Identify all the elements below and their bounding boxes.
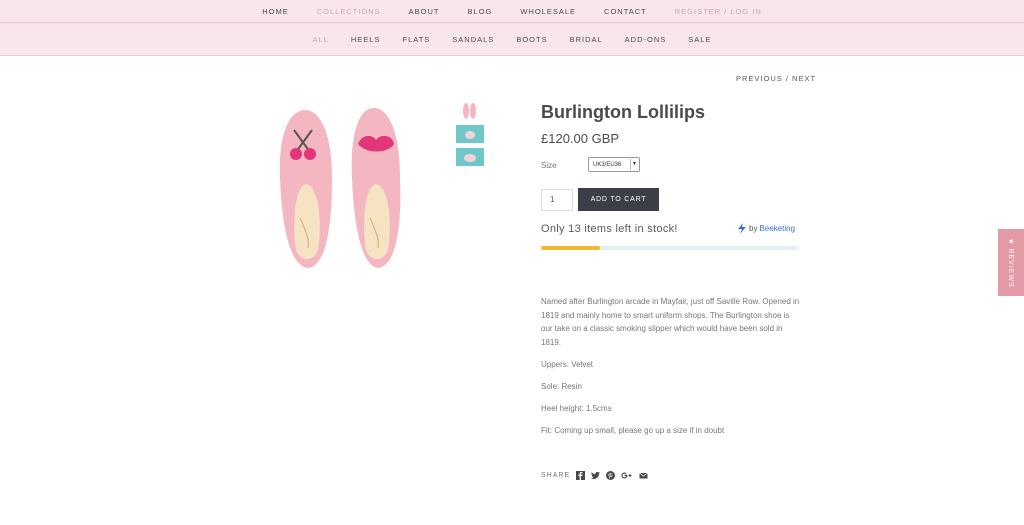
pager-separator: / <box>782 74 793 83</box>
product-main-image[interactable] <box>270 98 420 278</box>
chevron-down-icon: ▾ <box>630 159 638 170</box>
nav-collections[interactable]: COLLECTIONS <box>317 7 381 16</box>
nav-wholesale[interactable]: WHOLESALE <box>520 7 576 16</box>
nav-blog[interactable]: BLOG <box>468 7 493 16</box>
category-add-ons[interactable]: ADD-ONS <box>625 35 667 44</box>
lightning-icon <box>738 223 746 234</box>
category-sale[interactable]: SALE <box>688 35 711 44</box>
spec-heel-height: Heel height: 1.5cms <box>541 403 612 413</box>
category-flats[interactable]: FLATS <box>403 35 431 44</box>
stock-progress-bar <box>541 246 799 250</box>
product-thumbnails <box>456 102 484 171</box>
beeketing-by: by <box>749 224 758 233</box>
top-navigation: HOME COLLECTIONS ABOUT BLOG WHOLESALE CO… <box>0 0 1024 22</box>
twitter-icon[interactable] <box>591 471 601 480</box>
share-label: SHARE <box>541 472 571 479</box>
beeketing-credit[interactable]: by Beeketing <box>737 223 795 234</box>
spec-sole: Sole: Resin <box>541 381 582 391</box>
stock-progress-fill <box>541 246 601 250</box>
add-to-cart-button[interactable]: ADD TO CART <box>578 188 659 211</box>
product-price: £120.00 GBP <box>541 131 620 146</box>
right-slipper <box>351 108 401 268</box>
left-slipper <box>279 110 332 268</box>
spec-uppers: Uppers: Velvet <box>541 359 594 369</box>
nav-home[interactable]: HOME <box>262 7 289 16</box>
category-boots[interactable]: BOOTS <box>516 35 547 44</box>
pinterest-icon[interactable] <box>606 471 616 480</box>
email-icon[interactable] <box>639 471 648 480</box>
product-pager: PREVIOUS / NEXT <box>736 74 816 83</box>
beeketing-link[interactable]: Beeketing <box>759 224 795 233</box>
reviews-side-tab[interactable]: ★ REVIEWS <box>998 229 1024 296</box>
next-link[interactable]: NEXT <box>792 74 816 83</box>
description-paragraph: Named after Burlington arcade in Mayfair… <box>541 297 800 347</box>
category-all[interactable]: ALL <box>313 35 329 44</box>
product-title: Burlington Lollilips <box>541 102 705 122</box>
thumbnail-1[interactable] <box>456 102 484 120</box>
previous-link[interactable]: PREVIOUS <box>736 74 783 83</box>
category-bridal[interactable]: BRIDAL <box>570 35 603 44</box>
size-selected-value: UK3/EU36 <box>593 161 622 168</box>
facebook-icon[interactable] <box>576 471 586 480</box>
size-select[interactable]: UK3/EU36 ▾ <box>588 157 640 172</box>
category-navigation: ALL HEELS FLATS SANDALS BOOTS BRIDAL ADD… <box>0 22 1024 56</box>
share-bar: SHARE <box>541 471 654 480</box>
thumbnail-2[interactable] <box>456 125 484 143</box>
quantity-input[interactable]: 1 <box>541 189 573 211</box>
reviews-tab-label: ★ REVIEWS <box>1007 237 1015 288</box>
spec-fit: Fit: Coming up small, please go up a siz… <box>541 425 725 435</box>
product-description: Named after Burlington arcade in Mayfair… <box>541 295 801 446</box>
size-label: Size <box>541 161 557 170</box>
nav-register-login[interactable]: REGISTER / LOG IN <box>675 7 762 16</box>
stock-message: Only 13 items left in stock! <box>541 223 678 235</box>
google-plus-icon[interactable] <box>621 471 633 480</box>
thumbnail-3[interactable] <box>456 148 484 166</box>
category-heels[interactable]: HEELS <box>351 35 381 44</box>
nav-contact[interactable]: CONTACT <box>604 7 647 16</box>
nav-about[interactable]: ABOUT <box>409 7 440 16</box>
category-sandals[interactable]: SANDALS <box>452 35 494 44</box>
